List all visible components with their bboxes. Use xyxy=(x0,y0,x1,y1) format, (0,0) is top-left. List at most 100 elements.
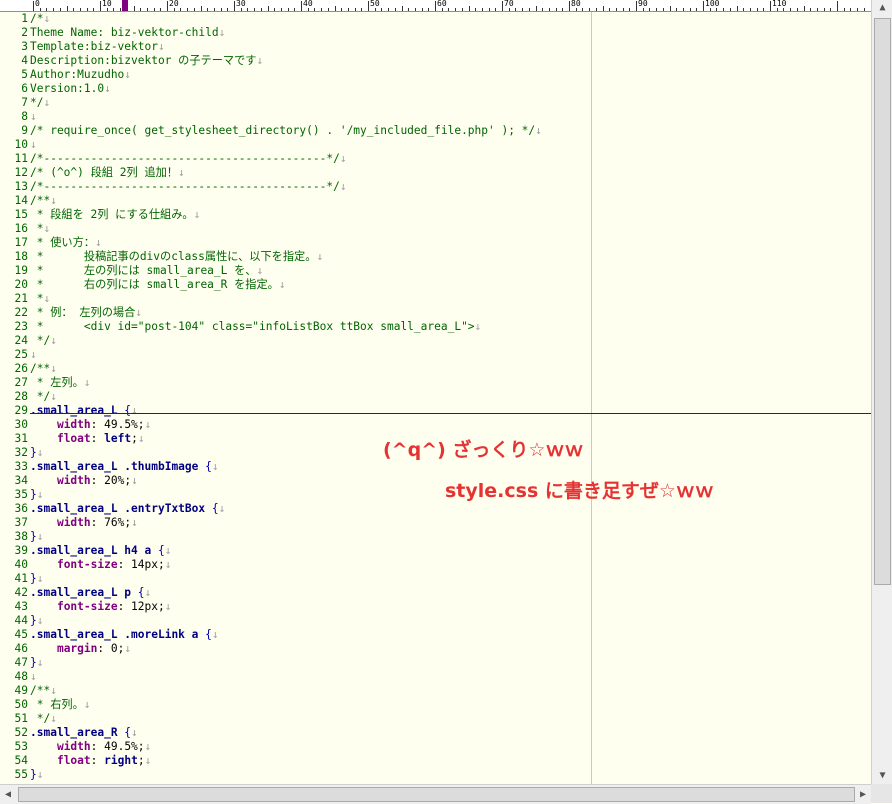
code-line[interactable]: /*--------------------------------------… xyxy=(30,180,871,194)
code-line[interactable]: .small_area_L h4 a {↓ xyxy=(30,544,871,558)
code-line[interactable]: * 使い方：↓ xyxy=(30,236,871,250)
code-line[interactable]: /*↓ xyxy=(30,12,871,26)
code-token: { xyxy=(205,460,212,473)
code-line[interactable]: /* require_once( get_stylesheet_director… xyxy=(30,124,871,138)
code-line[interactable]: font-size: 14px;↓ xyxy=(30,558,871,572)
code-line[interactable]: .small_area_L .moreLink a {↓ xyxy=(30,628,871,642)
horizontal-scrollbar[interactable]: ◀ ▶ xyxy=(0,784,871,804)
ruler-tick xyxy=(388,8,389,11)
code-line[interactable]: Template:biz-vektor↓ xyxy=(30,40,871,54)
code-token: ; xyxy=(131,432,138,445)
code-token: /** xyxy=(30,194,51,207)
code-line[interactable]: */↓ xyxy=(30,334,871,348)
code-line[interactable]: }↓ xyxy=(30,572,871,586)
newline-marker-icon: ↓ xyxy=(43,222,51,235)
vertical-scrollbar[interactable]: ▲ ▼ xyxy=(871,0,892,784)
code-token: */ xyxy=(30,334,51,347)
code-token: : 49.5%; xyxy=(90,740,145,753)
ruler-label: 100 xyxy=(705,0,720,8)
code-line[interactable]: * 段組を 2列 にする仕組み。↓ xyxy=(30,208,871,222)
vertical-scroll-thumb[interactable] xyxy=(874,18,891,585)
code-line[interactable]: width: 49.5%;↓ xyxy=(30,740,871,754)
code-line[interactable]: */↓ xyxy=(30,390,871,404)
code-editor[interactable]: /*↓ Theme Name: biz-vektor-child↓ Template… xyxy=(30,12,871,786)
code-line[interactable]: /* (^o^) 段組 2列 追加！↓ xyxy=(30,166,871,180)
code-line[interactable]: .small_area_R {↓ xyxy=(30,726,871,740)
newline-marker-icon: ↓ xyxy=(104,82,111,95)
newline-marker-icon: ↓ xyxy=(144,586,152,599)
ruler-tick xyxy=(522,8,523,11)
ruler-tick xyxy=(596,8,597,11)
code-line[interactable]: ↓ xyxy=(30,670,871,684)
code-line[interactable]: /**↓ xyxy=(30,362,871,376)
code-line[interactable]: /*--------------------------------------… xyxy=(30,152,871,166)
code-line[interactable]: * 右列。↓ xyxy=(30,698,871,712)
ruler-label: 110 xyxy=(772,0,787,8)
code-line[interactable]: ↓ xyxy=(30,348,871,362)
code-line[interactable]: */↓ xyxy=(30,712,871,726)
code-line[interactable]: Author:Muzudho↓ xyxy=(30,68,871,82)
code-line[interactable]: * 投稿記事のdivのclass属性に、以下を指定。↓ xyxy=(30,250,871,264)
code-line[interactable]: .small_area_L .thumbImage {↓ xyxy=(30,460,871,474)
ruler-tick xyxy=(690,8,691,11)
ruler-tick xyxy=(40,8,41,11)
code-line[interactable]: }↓ xyxy=(30,656,871,670)
horizontal-scroll-thumb[interactable] xyxy=(18,787,855,802)
code-line[interactable]: * <div id="post-104" class="infoListBox … xyxy=(30,320,871,334)
code-line[interactable]: ↓ xyxy=(30,110,871,124)
code-line[interactable]: width: 49.5%;↓ xyxy=(30,418,871,432)
line-number: 14 xyxy=(14,194,28,207)
code-line[interactable]: .small_area_L .entryTxtBox {↓ xyxy=(30,502,871,516)
scroll-right-icon[interactable]: ▶ xyxy=(855,785,871,804)
code-line[interactable]: /**↓ xyxy=(30,194,871,208)
code-line[interactable]: * 右の列には small_area_R を指定。↓ xyxy=(30,278,871,292)
code-line[interactable]: Theme Name: biz-vektor-child↓ xyxy=(30,26,871,40)
ruler-label: 80 xyxy=(571,0,581,8)
scroll-down-icon[interactable]: ▼ xyxy=(872,768,892,784)
code-line[interactable]: .small_area_L {↓ xyxy=(30,404,871,418)
code-line[interactable]: margin: 0;↓ xyxy=(30,642,871,656)
code-line[interactable]: font-size: 12px;↓ xyxy=(30,600,871,614)
code-line[interactable]: }↓ xyxy=(30,530,871,544)
code-line[interactable]: */↓ xyxy=(30,96,871,110)
ruler-tick xyxy=(455,8,456,11)
ruler-tick xyxy=(475,8,476,11)
code-token: } xyxy=(30,572,37,585)
newline-marker-icon: ↓ xyxy=(164,544,172,557)
code-line[interactable]: ↓ xyxy=(30,138,871,152)
code-line[interactable]: width: 76%;↓ xyxy=(30,516,871,530)
ruler-tick xyxy=(87,8,88,11)
ruler-tick xyxy=(743,8,744,11)
code-line[interactable]: float: right;↓ xyxy=(30,754,871,768)
code-token: * 段組を 2列 にする仕組み。 xyxy=(30,208,194,221)
scroll-left-icon[interactable]: ◀ xyxy=(0,785,16,804)
ruler-tick xyxy=(422,8,423,11)
ruler-tick xyxy=(857,8,858,11)
code-line[interactable]: *↓ xyxy=(30,292,871,306)
ruler-tick xyxy=(623,8,624,11)
newline-marker-icon: ↓ xyxy=(131,404,138,417)
code-line[interactable]: * 左の列には small_area_L を、↓ xyxy=(30,264,871,278)
code-token: .small_area_L h4 a xyxy=(30,544,158,557)
scroll-up-icon[interactable]: ▲ xyxy=(872,0,892,16)
newline-marker-icon: ↓ xyxy=(177,166,185,179)
code-line[interactable]: /**↓ xyxy=(30,684,871,698)
code-line[interactable]: Version:1.0↓ xyxy=(30,82,871,96)
code-line[interactable]: Description:bizvektor の子テーマです↓ xyxy=(30,54,871,68)
code-token: ; xyxy=(137,754,145,767)
ruler-tick xyxy=(515,8,516,11)
code-line[interactable]: }↓ xyxy=(30,768,871,782)
ruler-label: 50 xyxy=(370,0,380,8)
code-line[interactable]: *↓ xyxy=(30,222,871,236)
ruler-tick xyxy=(288,8,289,11)
newline-marker-icon: ↓ xyxy=(164,600,172,613)
code-line[interactable]: }↓ xyxy=(30,614,871,628)
newline-marker-icon: ↓ xyxy=(137,432,145,445)
code-line[interactable]: * 例： 左列の場合↓ xyxy=(30,306,871,320)
code-line[interactable]: .small_area_L p {↓ xyxy=(30,586,871,600)
code-token: /* (^o^) 段組 2列 追加！ xyxy=(30,166,178,179)
code-line[interactable]: * 左列。↓ xyxy=(30,376,871,390)
